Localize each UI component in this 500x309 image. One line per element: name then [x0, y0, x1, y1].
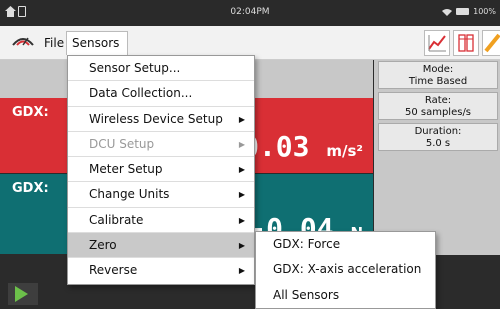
play-icon[interactable]	[15, 286, 28, 302]
chevron-right-icon: ▶	[238, 241, 245, 251]
pencil-icon	[484, 33, 500, 53]
menu-file[interactable]: File	[44, 36, 64, 50]
submenu-item-x-axis-acceleration[interactable]: GDX: X-axis acceleration	[256, 257, 435, 282]
battery-level: 100%	[473, 7, 496, 16]
menu-item-change-units[interactable]: Change Units ▶	[68, 182, 254, 208]
clock: 02:04PM	[230, 7, 270, 17]
rate-box[interactable]: Rate: 50 samples/s	[378, 92, 498, 120]
menu-sensors[interactable]: Sensors	[66, 31, 128, 55]
chevron-right-icon: ▶	[238, 190, 245, 200]
menu-item-meter-setup[interactable]: Meter Setup ▶	[68, 157, 254, 183]
menu-item-wireless-device-setup[interactable]: Wireless Device Setup ▶	[68, 107, 254, 132]
mode-box[interactable]: Mode: Time Based	[378, 61, 498, 89]
menu-item-dcu-setup: DCU Setup ▶	[68, 132, 254, 158]
sensors-menu: Sensor Setup... Data Collection... Wirel…	[67, 55, 255, 285]
meter-value: 0.03 m/s²	[242, 130, 363, 163]
submenu-item-force[interactable]: GDX: Force	[256, 232, 435, 257]
table-icon	[458, 34, 474, 52]
status-bar: 02:04PM 100%	[0, 0, 500, 26]
wifi-icon	[442, 8, 453, 16]
table-view-button[interactable]	[453, 30, 479, 56]
submenu-item-all-sensors[interactable]: All Sensors	[256, 283, 435, 308]
meter-label: GDX:	[12, 105, 49, 120]
chevron-right-icon: ▶	[238, 139, 245, 149]
duration-box[interactable]: Duration: 5.0 s	[378, 123, 498, 151]
chevron-right-icon: ▶	[238, 215, 245, 225]
menu-item-sensor-setup[interactable]: Sensor Setup...	[68, 56, 254, 82]
zero-submenu: GDX: Force GDX: X-axis acceleration All …	[255, 231, 436, 309]
notes-button[interactable]	[482, 30, 500, 56]
battery-icon	[456, 8, 470, 15]
chevron-right-icon: ▶	[238, 165, 245, 175]
graph-icon	[428, 35, 446, 52]
menu-item-reverse[interactable]: Reverse ▶	[68, 258, 254, 283]
chevron-right-icon: ▶	[238, 266, 245, 276]
app-logo-icon[interactable]	[10, 31, 36, 53]
graph-view-button[interactable]	[424, 30, 450, 56]
menu-item-calibrate[interactable]: Calibrate ▶	[68, 208, 254, 234]
menu-item-data-collection[interactable]: Data Collection...	[68, 81, 254, 107]
status-indicators: 100%	[442, 7, 496, 16]
collection-settings-panel	[374, 60, 500, 255]
meter-label: GDX:	[12, 181, 49, 196]
menu-item-zero[interactable]: Zero ▶	[68, 233, 254, 259]
chevron-right-icon: ▶	[238, 114, 245, 124]
